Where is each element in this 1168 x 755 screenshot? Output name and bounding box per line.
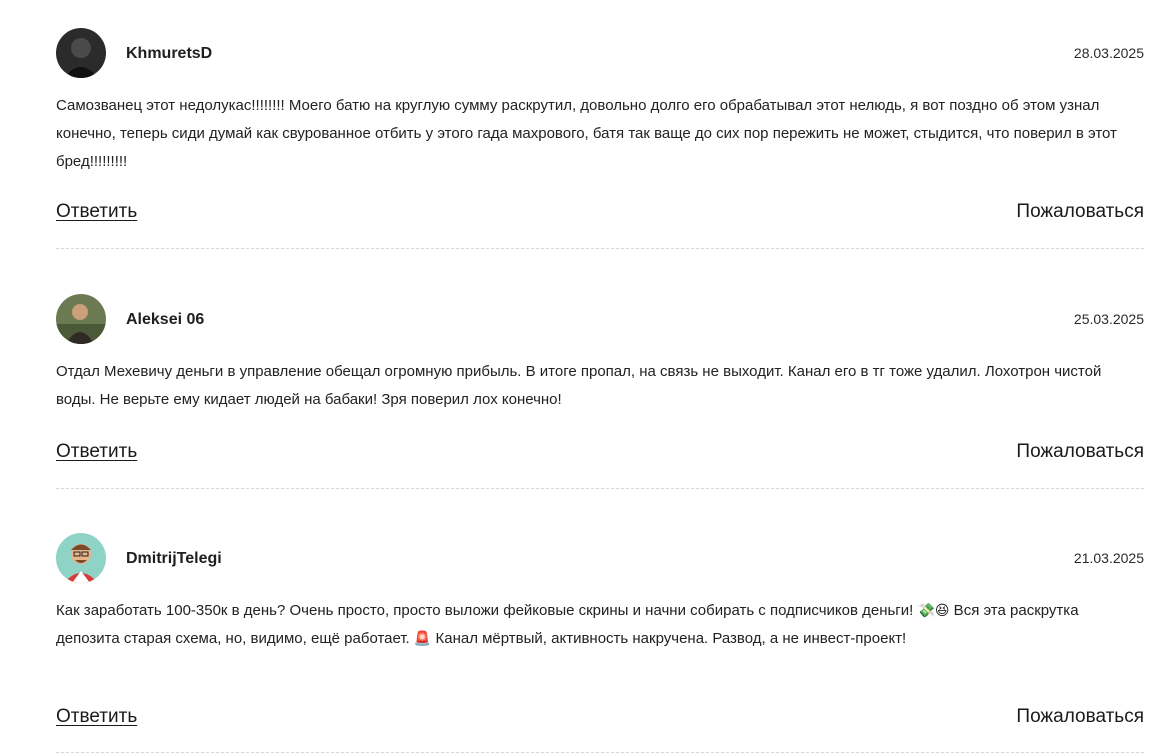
avatar[interactable] [56, 294, 106, 344]
reply-link[interactable]: Ответить [56, 201, 137, 223]
comment-item: KhmuretsD 28.03.2025 Самозванец этот нед… [56, 28, 1144, 249]
comment-date: 21.03.2025 [1073, 550, 1144, 566]
comment-actions: Ответить Пожаловаться [56, 201, 1144, 229]
avatar[interactable] [56, 533, 106, 583]
comment-header: Aleksei 06 25.03.2025 [56, 294, 1144, 346]
comment-header: KhmuretsD 28.03.2025 [56, 28, 1144, 80]
comment-text-part: Как заработать 100-350к в день? Очень пр… [56, 602, 918, 619]
comment-author[interactable]: KhmuretsD [126, 45, 212, 63]
reply-link[interactable]: Ответить [56, 706, 137, 728]
comment-divider [56, 248, 1144, 249]
comment-divider [56, 488, 1144, 489]
reply-link[interactable]: Ответить [56, 441, 137, 463]
comment-text: Самозванец этот недолукас!!!!!!!! Моего … [56, 97, 1117, 170]
user-avatar-icon [56, 533, 106, 583]
comment-header: DmitrijTelegi 21.03.2025 [56, 533, 1144, 585]
comment-item: DmitrijTelegi 21.03.2025 Как заработать … [56, 533, 1144, 753]
comment-divider [56, 752, 1144, 753]
avatar[interactable] [56, 28, 106, 78]
comment-author[interactable]: Aleksei 06 [126, 311, 204, 329]
comment-date: 25.03.2025 [1073, 311, 1144, 327]
comment-text: Отдал Мехевичу деньги в управление обеща… [56, 363, 1102, 408]
money-laugh-emoji-icon: 💸😆 [917, 603, 950, 619]
comment-text-part: Канал мёртвый, активность накручена. Раз… [431, 630, 907, 647]
comment-author[interactable]: DmitrijTelegi [126, 550, 222, 568]
siren-emoji-icon: 🚨 [413, 631, 432, 647]
report-button[interactable]: Пожаловаться [1016, 706, 1144, 728]
report-button[interactable]: Пожаловаться [1016, 441, 1144, 463]
report-button[interactable]: Пожаловаться [1016, 201, 1144, 223]
comment-date: 28.03.2025 [1073, 45, 1144, 61]
user-avatar-icon [56, 28, 106, 78]
comment-actions: Ответить Пожаловаться [56, 441, 1144, 469]
comment-actions: Ответить Пожаловаться [56, 706, 1144, 734]
user-avatar-icon [56, 294, 106, 344]
comment-text: Как заработать 100-350к в день? Очень пр… [56, 597, 1144, 653]
comment-item: Aleksei 06 25.03.2025 Отдал Мехевичу ден… [56, 294, 1144, 489]
